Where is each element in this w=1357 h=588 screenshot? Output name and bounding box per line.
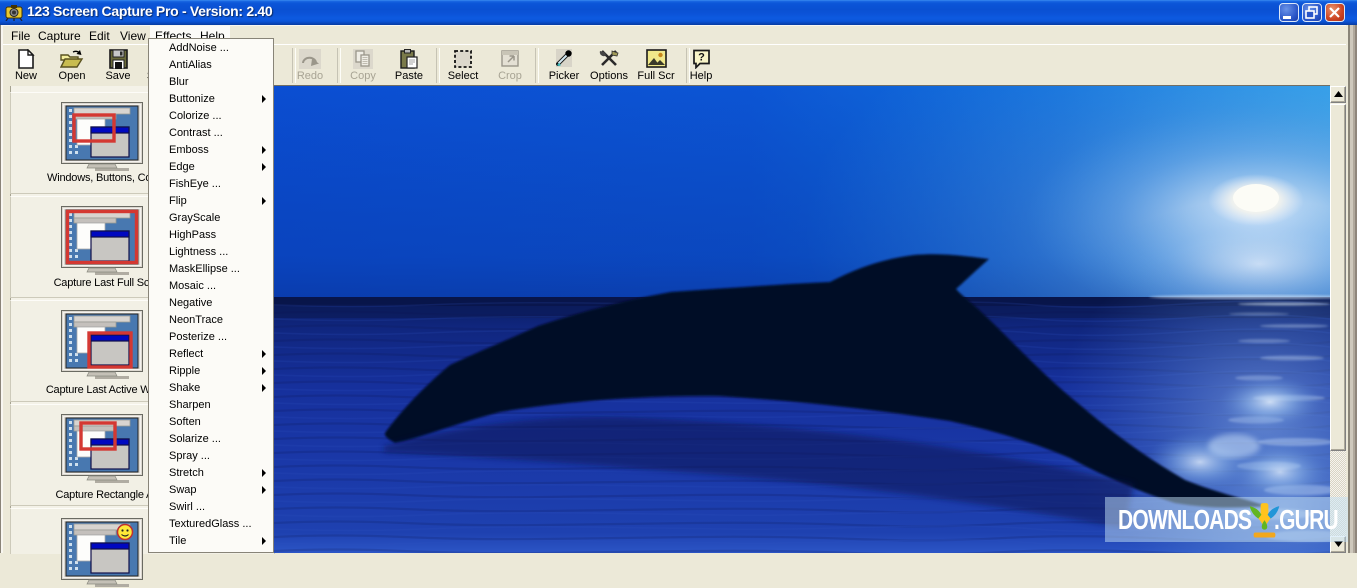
- svg-text:?: ?: [698, 52, 705, 64]
